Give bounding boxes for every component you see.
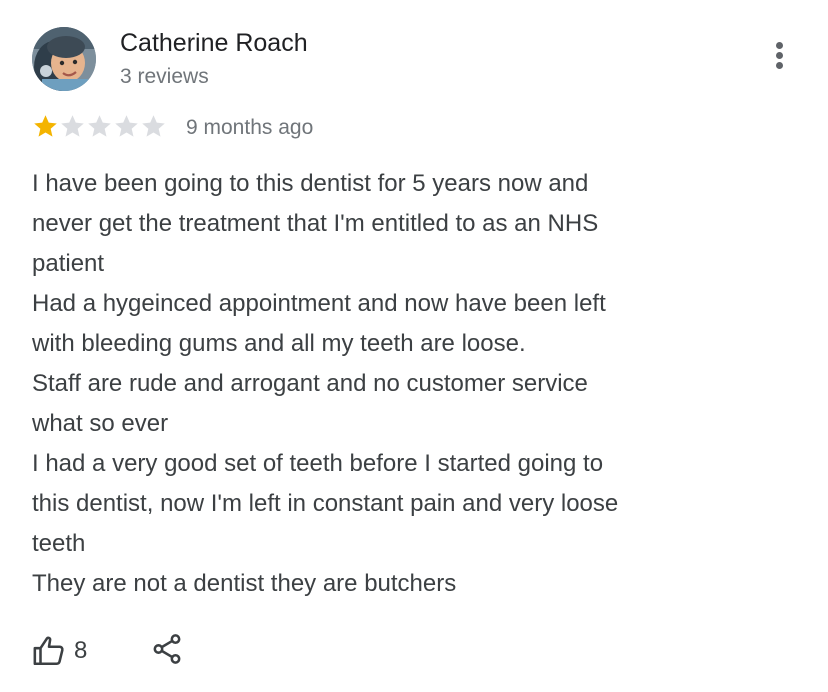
avatar[interactable] (32, 27, 96, 91)
star-empty-icon (61, 115, 84, 137)
review-card: Catherine Roach 3 reviews 9 months ago I… (0, 0, 828, 692)
author-review-count[interactable]: 3 reviews (120, 65, 209, 89)
review-text-line: I have been going to this dentist for 5 … (32, 170, 589, 197)
review-text-line: with bleeding gums and all my teeth are … (32, 330, 526, 357)
star-empty-icon (115, 115, 138, 137)
star-empty-icon (88, 115, 111, 137)
like-count: 8 (74, 637, 88, 664)
review-text-line: teeth (32, 530, 86, 557)
more-vert-icon (776, 42, 783, 49)
more-options-button[interactable] (766, 38, 794, 72)
star-empty-icon (142, 115, 165, 137)
review-text-line: never get the treatment that I'm entitle… (32, 210, 599, 237)
star-rating (32, 113, 167, 141)
review-text-line: Had a hygeinced appointment and now have… (32, 290, 606, 317)
review-date: 9 months ago (186, 116, 314, 139)
review-text-line: what so ever (32, 410, 169, 437)
user-photo-icon (32, 27, 96, 91)
star-filled-icon (34, 115, 57, 137)
review-text-line: this dentist, now I'm left in constant p… (32, 490, 619, 517)
thumbs-up-icon (33, 636, 64, 666)
like-button[interactable]: 8 (32, 632, 87, 670)
author-name[interactable]: Catherine Roach (120, 29, 308, 58)
share-button[interactable] (150, 632, 184, 666)
review-text-line: Staff are rude and arrogant and no custo… (32, 370, 588, 397)
review-text-line: patient (32, 250, 105, 277)
review-text: I have been going to this dentist for 5 … (32, 164, 792, 604)
share-icon (153, 634, 181, 664)
review-text-line: They are not a dentist they are butchers (32, 570, 457, 597)
review-text-line: I had a very good set of teeth before I … (32, 450, 604, 477)
